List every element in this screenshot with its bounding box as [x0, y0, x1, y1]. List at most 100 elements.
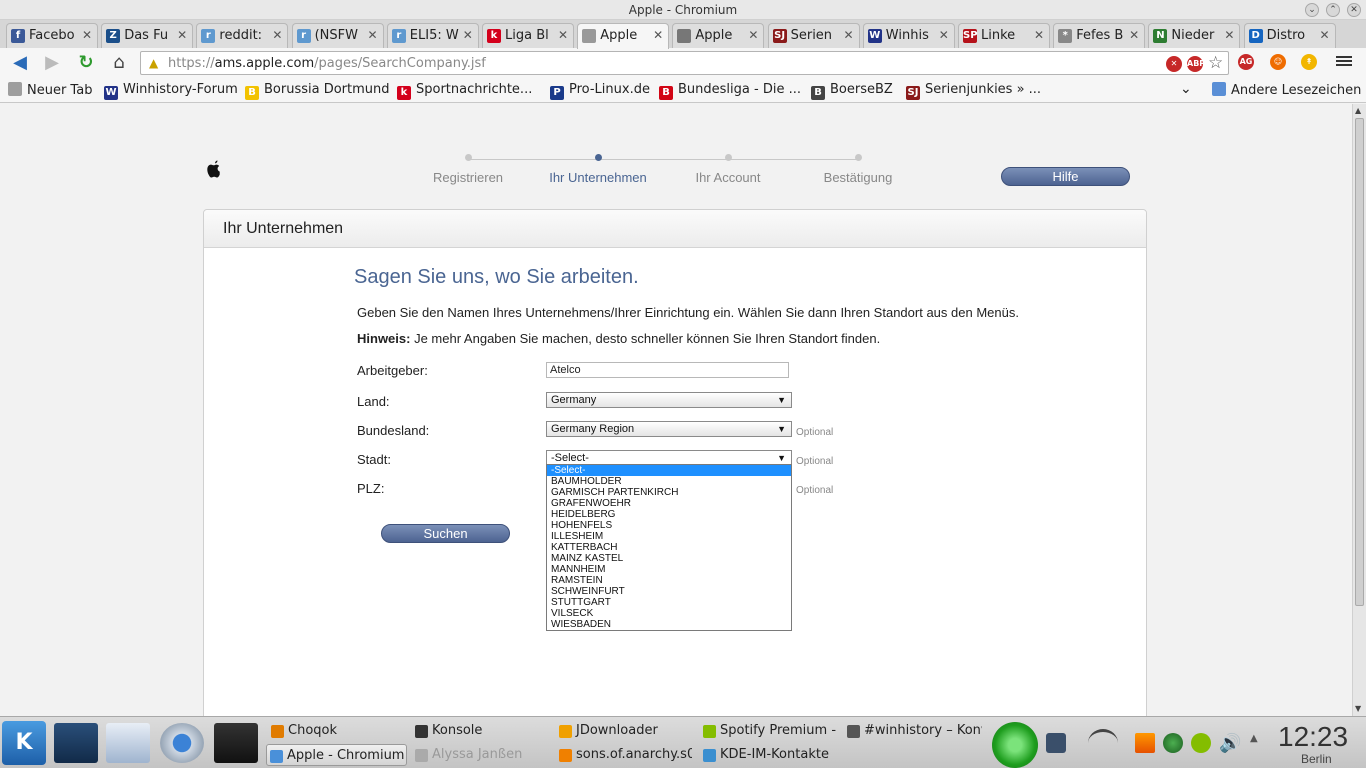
- city-option[interactable]: HOHENFELS: [547, 520, 791, 531]
- city-option[interactable]: GARMISCH PARTENKIRCH: [547, 487, 791, 498]
- taskbar-task[interactable]: Choqok: [268, 720, 406, 742]
- screenshot-icon[interactable]: [1046, 733, 1066, 753]
- blocked-icon[interactable]: ✕: [1166, 56, 1182, 72]
- city-option[interactable]: GRAFENWOEHR: [547, 498, 791, 509]
- back-icon[interactable]: ◀: [8, 52, 32, 74]
- tab[interactable]: k Liga Bl ✕: [482, 23, 574, 48]
- city-option[interactable]: HEIDELBERG: [547, 509, 791, 520]
- tab[interactable]: f Facebo ✕: [6, 23, 98, 48]
- scrollbar-thumb[interactable]: [1355, 118, 1364, 606]
- desktop-icon[interactable]: [54, 723, 98, 763]
- close-tab-icon[interactable]: ✕: [748, 28, 758, 42]
- vlc-tray-icon[interactable]: [1135, 733, 1155, 753]
- country-select[interactable]: Germany ▼: [546, 392, 792, 408]
- extension-mascot-icon[interactable]: ☺: [1270, 54, 1286, 70]
- taskbar-task[interactable]: Apple - Chromium: [266, 744, 407, 766]
- close-tab-icon[interactable]: ✕: [558, 28, 568, 42]
- bookmark-item[interactable]: B Bundesliga - Die ...: [659, 82, 801, 100]
- extension-adguard-icon[interactable]: AG: [1238, 54, 1254, 70]
- city-option[interactable]: WIESBADEN: [547, 619, 791, 630]
- taskbar-task[interactable]: JDownloader: [556, 720, 694, 742]
- file-manager-icon[interactable]: [106, 723, 150, 763]
- adblock-icon[interactable]: ABP: [1187, 56, 1205, 72]
- close-tab-icon[interactable]: ✕: [272, 28, 282, 42]
- tab[interactable]: W Winhis ✕: [862, 23, 955, 48]
- kde-menu-icon[interactable]: K: [2, 721, 46, 765]
- city-option[interactable]: KATTERBACH: [547, 542, 791, 553]
- bookmark-item[interactable]: k Sportnachrichte...: [397, 82, 532, 100]
- minimize-button[interactable]: ⌄: [1305, 3, 1319, 17]
- tray-expand-icon[interactable]: ▲: [1250, 733, 1270, 753]
- volume-icon[interactable]: 🔊: [1219, 733, 1241, 754]
- tab[interactable]: N Nieder ✕: [1148, 23, 1241, 48]
- extension-cursor-icon[interactable]: ↟: [1301, 54, 1317, 70]
- close-window-button[interactable]: ✕: [1347, 3, 1361, 17]
- bookmarks-overflow-icon[interactable]: ⌄: [1180, 81, 1192, 97]
- tab[interactable]: SJ Serien ✕: [767, 23, 860, 48]
- maximize-button[interactable]: ⌃: [1326, 3, 1340, 17]
- tab[interactable]: r ELI5: W ✕: [386, 23, 479, 48]
- taskbar-task[interactable]: Spotify Premium - ...: [700, 720, 838, 742]
- wifi-icon[interactable]: [1088, 729, 1118, 757]
- city-option[interactable]: SCHWEINFURT: [547, 586, 791, 597]
- warning-lock-icon[interactable]: ▲: [149, 56, 158, 70]
- close-tab-icon[interactable]: ✕: [177, 28, 187, 42]
- forward-icon[interactable]: ▶: [40, 52, 64, 74]
- city-option[interactable]: MAINZ KASTEL: [547, 553, 791, 564]
- tab[interactable]: Z Das Fu ✕: [101, 23, 194, 48]
- close-tab-icon[interactable]: ✕: [939, 28, 949, 42]
- city-option[interactable]: RAMSTEIN: [547, 575, 791, 586]
- close-tab-icon[interactable]: ✕: [844, 28, 854, 42]
- taskbar-task[interactable]: KDE-IM-Kontakte: [700, 744, 836, 766]
- close-tab-icon[interactable]: ✕: [463, 28, 473, 42]
- scroll-up-icon[interactable]: ▲: [1355, 106, 1361, 115]
- help-button[interactable]: Hilfe: [1001, 167, 1130, 186]
- tab[interactable]: * Fefes B ✕: [1053, 23, 1146, 48]
- tab[interactable]: Apple ✕: [577, 23, 670, 49]
- city-option[interactable]: VILSECK: [547, 608, 791, 619]
- city-option[interactable]: ILLESHEIM: [547, 531, 791, 542]
- bookmark-item[interactable]: B Borussia Dortmund: [245, 82, 390, 100]
- city-option[interactable]: STUTTGART: [547, 597, 791, 608]
- taskbar-task[interactable]: sons.of.anarchy.s0: [556, 744, 692, 766]
- page-scrollbar[interactable]: ▲ ▼: [1352, 104, 1366, 716]
- url-text[interactable]: https://ams.apple.com/pages/SearchCompan…: [168, 56, 486, 71]
- apple-logo-icon[interactable]: [205, 159, 223, 181]
- bookmark-item[interactable]: P Pro-Linux.de: [550, 82, 650, 100]
- taskbar-task[interactable]: Konsole: [412, 720, 550, 742]
- tab[interactable]: D Distro ✕: [1243, 23, 1336, 48]
- state-select[interactable]: Germany Region ▼: [546, 421, 792, 437]
- bookmark-star-icon[interactable]: ☆: [1208, 53, 1223, 73]
- close-tab-icon[interactable]: ✕: [1224, 28, 1234, 42]
- network-status-icon[interactable]: [992, 722, 1038, 768]
- tab[interactable]: SP Linke ✕: [958, 23, 1050, 48]
- clock-time[interactable]: 12:23: [1278, 721, 1348, 753]
- close-tab-icon[interactable]: ✕: [653, 28, 663, 42]
- terminal-icon[interactable]: [214, 723, 258, 763]
- spotify-tray-icon[interactable]: [1191, 733, 1211, 753]
- close-tab-icon[interactable]: ✕: [368, 28, 378, 42]
- employer-input[interactable]: Atelco: [546, 362, 789, 378]
- home-icon[interactable]: ⌂: [107, 52, 131, 74]
- city-option[interactable]: BAUMHOLDER: [547, 476, 791, 487]
- tab[interactable]: r reddit: ✕: [196, 23, 289, 48]
- search-button[interactable]: Suchen: [381, 524, 510, 543]
- other-bookmarks[interactable]: Andere Lesezeichen: [1212, 82, 1361, 98]
- taskbar-task[interactable]: Alyssa Janßen: [412, 744, 548, 766]
- city-option[interactable]: -Select-: [547, 465, 791, 476]
- chromium-launcher-icon[interactable]: [160, 723, 204, 763]
- tab[interactable]: r (NSFW ✕: [291, 23, 384, 48]
- address-bar[interactable]: ▲ https://ams.apple.com/pages/SearchComp…: [140, 51, 1229, 75]
- scroll-down-icon[interactable]: ▼: [1355, 704, 1361, 713]
- tab[interactable]: Apple ✕: [672, 23, 765, 48]
- chrome-menu-icon[interactable]: [1336, 54, 1352, 68]
- city-option[interactable]: MANNHEIM: [547, 564, 791, 575]
- globe-icon[interactable]: [1163, 733, 1183, 753]
- taskbar-task[interactable]: #winhistory – Konv: [844, 720, 982, 742]
- close-tab-icon[interactable]: ✕: [1320, 28, 1330, 42]
- close-tab-icon[interactable]: ✕: [1129, 28, 1139, 42]
- bookmark-item[interactable]: B BoerseBZ: [811, 82, 893, 100]
- bookmark-item[interactable]: W Winhistory-Forum: [104, 82, 238, 100]
- bookmark-item[interactable]: SJ Serienjunkies » ...: [906, 82, 1041, 100]
- close-tab-icon[interactable]: ✕: [82, 28, 92, 42]
